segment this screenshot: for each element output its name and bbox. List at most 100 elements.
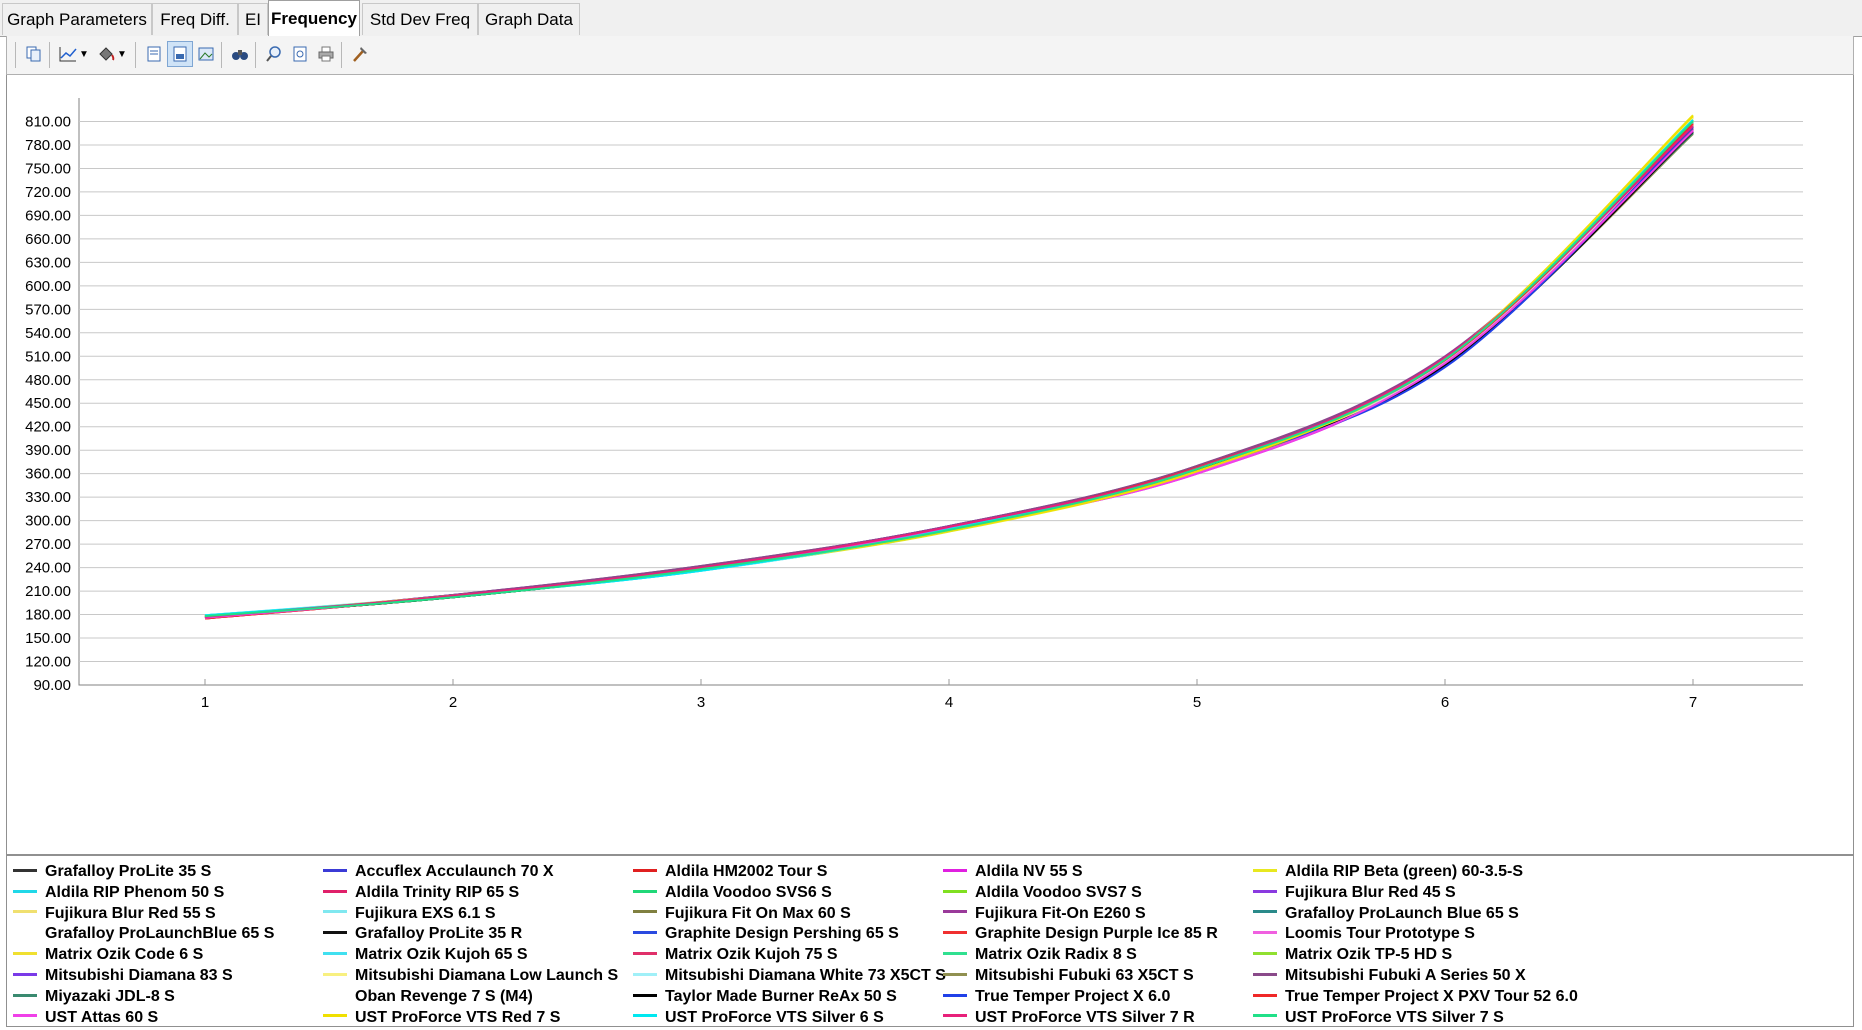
- copy-icon[interactable]: [21, 41, 47, 67]
- data-view-icon[interactable]: [167, 41, 193, 67]
- legend-item: Matrix Ozik Kujoh 75 S: [633, 945, 837, 965]
- y-tick-label: 660.00: [25, 231, 71, 248]
- y-tick-label: 630.00: [25, 254, 71, 271]
- legend-item: UST ProForce VTS Silver 6 S: [633, 1008, 884, 1028]
- legend-label: Graphite Design Purple Ice 85 R: [975, 925, 1218, 943]
- tab-ei[interactable]: EI: [238, 3, 268, 35]
- legend-label: Oban Revenge 7 S (M4): [355, 987, 533, 1005]
- zoom-icon[interactable]: [261, 41, 287, 67]
- legend-label: Mitsubishi Fubuki 63 X5CT S: [975, 967, 1194, 984]
- fill-color-dropdown-icon[interactable]: ▼: [115, 41, 129, 67]
- x-tick-label: 6: [1441, 694, 1449, 711]
- legend-item: Matrix Ozik Code 6 S: [13, 945, 203, 965]
- frequency-chart: 90.00 120.00 150.00 180.00 210.00 240.00 270.0…: [25, 98, 1803, 711]
- legend-item: Oban Revenge 7 S (M4): [323, 987, 533, 1007]
- legend-item: Mitsubishi Diamana 83 S: [13, 966, 233, 986]
- series-line: [204, 121, 1694, 618]
- page-view-icon[interactable]: [141, 41, 167, 67]
- legend-item: Aldila RIP Phenom 50 S: [13, 883, 224, 903]
- series-line: [204, 120, 1694, 618]
- legend-item: UST ProForce VTS Silver 7 R: [943, 1008, 1195, 1028]
- legend-swatch: [1253, 1014, 1277, 1018]
- legend-item: True Temper Project X 6.0: [943, 987, 1170, 1007]
- y-tick-label: 300.00: [25, 513, 71, 530]
- legend-label: Fujikura EXS 6.1 S: [355, 904, 496, 922]
- legend-label: Fujikura Fit-On E260 S: [975, 904, 1146, 922]
- legend-label: Matrix Ozik TP-5 HD S: [1285, 946, 1453, 964]
- y-tick-label: 570.00: [25, 301, 71, 318]
- legend-label: Aldila HM2002 Tour S: [665, 863, 828, 880]
- legend-swatch: [13, 931, 37, 935]
- tab-bar: Graph Parameters Freq Diff. EI Frequency…: [0, 0, 1862, 37]
- chart-toolbar: ▼ ▼: [6, 36, 1854, 75]
- series-line: [204, 119, 1694, 617]
- tools-icon[interactable]: [347, 41, 373, 67]
- image-view-icon[interactable]: [193, 41, 219, 67]
- chart-type-dropdown-icon[interactable]: ▼: [77, 41, 91, 67]
- series-line: [204, 126, 1694, 618]
- legend-item: Miyazaki JDL-8 S: [13, 987, 175, 1007]
- legend-swatch: [943, 889, 967, 893]
- legend-item: Fujikura EXS 6.1 S: [323, 904, 496, 924]
- x-tick-label: 1: [201, 694, 209, 711]
- tab-freq-diff[interactable]: Freq Diff.: [152, 3, 238, 35]
- legend-swatch: [1253, 910, 1277, 914]
- legend-swatch: [1253, 931, 1277, 935]
- y-tick-label: 330.00: [25, 489, 71, 506]
- legend-item: Fujikura Blur Red 55 S: [13, 904, 216, 924]
- legend-swatch: [943, 868, 967, 872]
- legend-item: Accuflex Acculaunch 70 X: [323, 862, 554, 882]
- axis-frame: [78, 98, 1803, 686]
- legend-swatch: [13, 910, 37, 914]
- y-tick-label: 510.00: [25, 348, 71, 365]
- tab-frequency[interactable]: Frequency: [268, 0, 360, 37]
- tab-std-dev-freq[interactable]: Std Dev Freq: [362, 3, 478, 35]
- legend-label: Aldila Trinity RIP 65 S: [355, 883, 520, 901]
- y-tick-label: 240.00: [25, 560, 71, 577]
- series-line: [204, 115, 1694, 618]
- x-tick-label: 4: [945, 694, 953, 711]
- tab-graph-parameters[interactable]: Graph Parameters: [2, 3, 152, 35]
- legend-label: UST ProForce VTS Silver 6 S: [665, 1008, 884, 1026]
- legend-swatch: [633, 868, 657, 872]
- legend-swatch: [943, 951, 967, 955]
- legend-label: Aldila NV 55 S: [975, 863, 1083, 880]
- legend-swatch: [323, 910, 347, 914]
- y-tick-label: 420.00: [25, 419, 71, 436]
- tab-graph-data[interactable]: Graph Data: [478, 3, 580, 35]
- print-preview-icon[interactable]: [287, 41, 313, 67]
- y-tick-label: 810.00: [25, 113, 71, 130]
- y-tick-label: 750.00: [25, 160, 71, 177]
- legend-label: UST ProForce VTS Silver 7 R: [975, 1008, 1195, 1026]
- x-tick-label: 7: [1689, 694, 1697, 711]
- y-tick-label: 90.00: [33, 677, 71, 694]
- y-tick-label: 360.00: [25, 466, 71, 483]
- legend-swatch: [943, 972, 967, 976]
- binoculars-icon[interactable]: [227, 41, 253, 67]
- y-tick-label: 780.00: [25, 137, 71, 154]
- legend-label: Matrix Ozik Kujoh 75 S: [665, 946, 838, 964]
- legend-swatch: [13, 868, 37, 872]
- series-line: [204, 123, 1694, 618]
- legend-swatch: [633, 1014, 657, 1018]
- legend-label: Grafalloy ProLite 35 R: [355, 925, 523, 943]
- print-icon[interactable]: [313, 41, 339, 67]
- y-tick-label: 480.00: [25, 372, 71, 389]
- y-tick-label: 600.00: [25, 278, 71, 295]
- legend-item: Taylor Made Burner ReAx 50 S: [633, 987, 897, 1007]
- legend-item: Aldila Voodoo SVS6 S: [633, 883, 832, 903]
- legend-item: Grafalloy ProLite 35 S: [13, 862, 211, 882]
- legend-swatch: [943, 1014, 967, 1018]
- legend-label: Taylor Made Burner ReAx 50 S: [665, 987, 897, 1005]
- legend-swatch: [13, 993, 37, 997]
- y-tick-label: 270.00: [25, 536, 71, 553]
- legend-label: Mitsubishi Diamana 83 S: [45, 967, 233, 984]
- legend-item: Mitsubishi Fubuki A Series 50 X: [1253, 966, 1526, 986]
- x-tick-label: 2: [449, 694, 457, 711]
- legend-swatch: [633, 993, 657, 997]
- series-line: [204, 124, 1694, 618]
- legend-label: Fujikura Fit On Max 60 S: [665, 904, 851, 922]
- legend-label: Matrix Ozik Code 6 S: [45, 946, 204, 964]
- y-tick-label: 390.00: [25, 442, 71, 459]
- legend-label: Matrix Ozik Radix 8 S: [975, 946, 1137, 964]
